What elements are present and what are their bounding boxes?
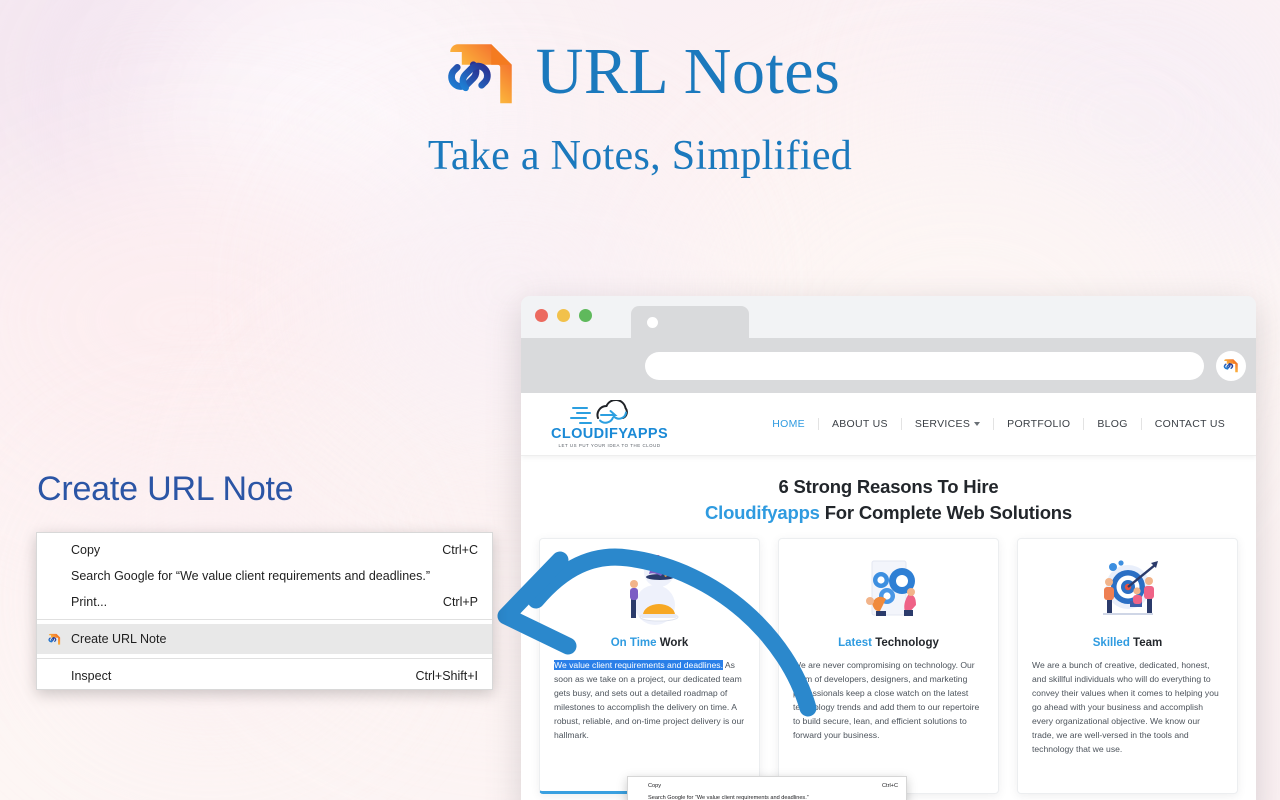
menu-item-shortcut: Ctrl+Shift+I [415, 669, 478, 683]
nav-item-portfolio[interactable]: PORTFOLIO [993, 418, 1083, 430]
reason-card[interactable]: On Time Work We value client requirements… [539, 538, 760, 794]
section-heading: Create URL Note [37, 470, 294, 508]
card-title-rest: Technology [872, 637, 939, 649]
title-row: URL Notes [0, 34, 1280, 116]
url-note-logo-icon [48, 633, 60, 645]
site-hero: 6 Strong Reasons To Hire Cloudifyapps Fo… [521, 456, 1256, 538]
menu-separator [37, 658, 492, 659]
site-logo[interactable]: CLOUDIFYAPPS LET US PUT YOUR IDEA TO THE… [551, 399, 669, 449]
page-subtitle: Take a Notes, Simplified [427, 133, 853, 179]
site-navbar: CLOUDIFYAPPS LET US PUT YOUR IDEA TO THE… [521, 393, 1256, 456]
url-note-logo-icon [1223, 358, 1238, 372]
card-body-text: We are a bunch of creative, dedicated, h… [1032, 659, 1223, 756]
card-body-rest: We are a bunch of creative, dedicated, h… [1032, 660, 1219, 754]
card-body-text: We value client requirements and deadlin… [554, 659, 745, 743]
page-title: URL Notes [535, 35, 841, 108]
nav-item-label: HOME [772, 418, 805, 430]
menu-item-search-google-for-we-value-client-requir[interactable]: Search Google for “We value client requi… [37, 563, 492, 589]
card-title-highlight: On Time [610, 637, 657, 649]
card-title: On Time Work [554, 637, 745, 649]
inline-context-menu[interactable]: Copy Ctrl+C Search Google for “We value cl… [627, 776, 907, 800]
menu-item-copy[interactable]: Copy Ctrl+C [628, 780, 906, 792]
nav-item-label: ABOUT US [831, 418, 888, 430]
tab-favicon-icon [647, 316, 658, 328]
context-menu[interactable]: Copy Ctrl+C Search Google for “We value cl… [36, 532, 493, 690]
latest-technology-illustration [793, 553, 984, 631]
browser-window: CLOUDIFYAPPS LET US PUT YOUR IDEA TO THE… [521, 296, 1256, 800]
browser-toolbar [521, 338, 1256, 393]
card-title-highlight: Latest [838, 637, 872, 649]
menu-item-label: Print... [71, 595, 108, 609]
browser-tab[interactable] [631, 306, 749, 338]
menu-item-shortcut: Ctrl+C [881, 783, 898, 789]
page-header: URL Notes Take a Notes, Simplified [0, 34, 1280, 180]
card-body-text: We are never compromising on technology.… [793, 659, 984, 743]
menu-item-inspect[interactable]: Inspect Ctrl+Shift+I [37, 663, 492, 689]
menu-item-label: Inspect [71, 669, 112, 683]
address-bar-input[interactable] [645, 351, 1204, 380]
minimize-button-icon[interactable] [557, 309, 570, 322]
extension-button[interactable] [1216, 350, 1246, 381]
website-viewport: CLOUDIFYAPPS LET US PUT YOUR IDEA TO THE… [521, 393, 1256, 800]
selected-text[interactable]: We value client requirements and deadlin… [554, 660, 723, 670]
nav-item-about-us[interactable]: ABOUT US [817, 418, 901, 430]
nav-item-home[interactable]: HOME [766, 418, 818, 430]
reason-card[interactable]: Latest Technology We are never compromisi… [778, 538, 999, 794]
menu-item-print[interactable]: Print... Ctrl+P [37, 589, 492, 615]
cloud-logo-icon [569, 399, 628, 424]
card-body-rest: As soon as we take on a project, our ded… [554, 660, 745, 740]
reason-cards: On Time Work We value client requirements… [521, 538, 1256, 794]
site-brand-name: CLOUDIFYAPPS [551, 425, 669, 442]
nav-item-contact-us[interactable]: CONTACT US [1140, 418, 1238, 430]
menu-item-copy[interactable]: Copy Ctrl+C [37, 537, 492, 563]
url-note-logo-icon [448, 44, 512, 104]
menu-item-shortcut: Ctrl+C [442, 543, 478, 557]
menu-item-create-url-note[interactable]: Create URL Note [37, 624, 492, 654]
site-brand-tagline: LET US PUT YOUR IDEA TO THE CLOUD [558, 443, 661, 449]
card-title: Skilled Team [1032, 637, 1223, 649]
card-title-rest: Work [656, 637, 689, 649]
nav-item-label: PORTFOLIO [1007, 418, 1071, 430]
chevron-down-icon [974, 422, 981, 426]
card-title-highlight: Skilled [1092, 637, 1130, 649]
hero-line-2-rest: For Complete Web Solutions [819, 502, 1073, 523]
hero-line-2: Cloudifyapps For Complete Web Solutions [521, 502, 1256, 524]
card-title: Latest Technology [793, 637, 984, 649]
on-time-work-illustration [554, 553, 745, 631]
nav-item-label: SERVICES [914, 418, 971, 430]
menu-item-shortcut: Ctrl+P [442, 595, 478, 609]
menu-item-search-google-for-we-value-client-requir[interactable]: Search Google for “We value client requi… [628, 792, 906, 800]
menu-item-label: Copy [71, 543, 101, 557]
card-body-rest: We are never compromising on technology.… [793, 660, 980, 740]
browser-titlebar [521, 296, 1256, 338]
hero-brand-highlight: Cloudifyapps [704, 502, 820, 523]
card-title-rest: Team [1129, 637, 1163, 649]
reason-card[interactable]: Skilled Team We are a bunch of creative, … [1017, 538, 1238, 794]
menu-item-label: Search Google for “We value client requi… [648, 795, 809, 800]
nav-item-services[interactable]: SERVICES [900, 418, 993, 430]
close-button-icon[interactable] [535, 309, 548, 322]
maximize-button-icon[interactable] [579, 309, 592, 322]
menu-item-label: Copy [648, 783, 662, 789]
skilled-team-illustration [1032, 553, 1223, 631]
menu-item-label: Search Google for “We value client requi… [71, 569, 430, 583]
menu-separator [37, 619, 492, 620]
menu-item-label: Create URL Note [71, 632, 167, 646]
nav-item-label: CONTACT US [1154, 418, 1225, 430]
nav-item-blog[interactable]: BLOG [1083, 418, 1140, 430]
nav-item-label: BLOG [1097, 418, 1128, 430]
hero-line-1: 6 Strong Reasons To Hire [778, 476, 999, 497]
site-menu[interactable]: HOME ABOUT US SERVICES PORTFOLIO BLOG CONTACT… [766, 418, 1238, 430]
menu-item-icon [37, 632, 71, 647]
window-controls[interactable] [535, 296, 592, 322]
